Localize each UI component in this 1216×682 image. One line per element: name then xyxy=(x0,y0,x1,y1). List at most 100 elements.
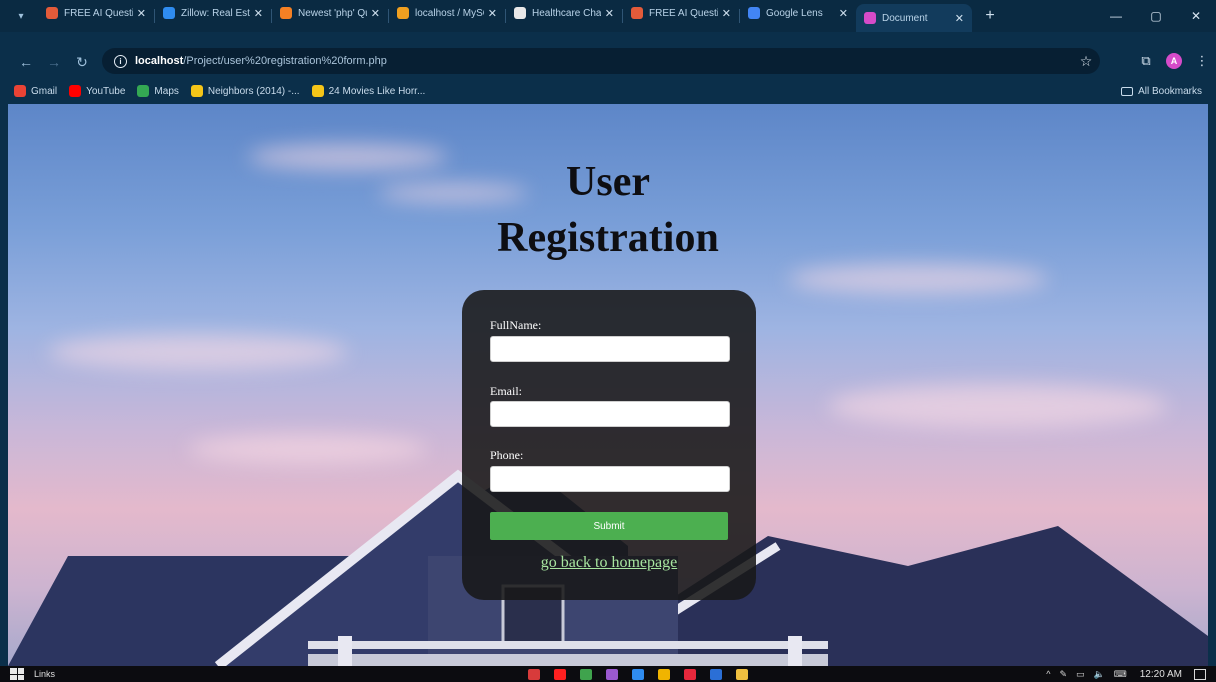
bookmark-item[interactable]: Maps xyxy=(137,85,179,97)
maps-icon xyxy=(137,85,150,97)
feather-icon xyxy=(46,7,58,19)
tab-3[interactable]: Newest 'php' Qu ✕ xyxy=(272,0,388,26)
back-to-homepage-link[interactable]: go back to homepage xyxy=(462,554,756,572)
bookmark-label: Maps xyxy=(154,85,179,97)
url-host: localhost xyxy=(135,55,184,67)
bookmark-item[interactable]: Gmail xyxy=(14,85,57,97)
taskbar-links-label[interactable]: Links xyxy=(34,669,55,679)
taskbar-clock[interactable]: 12:20 AM xyxy=(1140,669,1182,680)
tab-title: Healthcare Chatb xyxy=(532,7,601,19)
menu-kebab-icon[interactable]: ⋮ xyxy=(1188,48,1216,74)
tab-title: Newest 'php' Qu xyxy=(298,7,367,19)
bookmark-label: 24 Movies Like Horr... xyxy=(328,85,426,97)
bookmark-label: YouTube xyxy=(86,85,126,97)
email-input[interactable] xyxy=(490,401,730,427)
app-word-icon[interactable] xyxy=(710,668,722,680)
tab-title: FREE AI Question xyxy=(649,7,718,19)
toolbar-right: ⧉ A ⋮ xyxy=(1132,48,1216,74)
cloud xyxy=(788,264,1048,294)
keyboard-icon[interactable]: ⌨ xyxy=(1114,669,1127,680)
tab-title: FREE AI Question xyxy=(64,7,133,19)
page-viewport: User Registration FullName: Email: Phone… xyxy=(8,104,1208,666)
tray-chevron-icon[interactable]: ^ xyxy=(1046,669,1050,679)
app-chrome-icon[interactable] xyxy=(658,668,670,680)
app-xbox-icon[interactable] xyxy=(580,668,592,680)
stackoverflow-icon xyxy=(280,7,292,19)
restore-icon[interactable]: ▢ xyxy=(1136,0,1176,32)
windows-start-icon[interactable] xyxy=(10,668,24,680)
app-files-icon[interactable] xyxy=(736,668,748,680)
tab-4[interactable]: localhost / MySQL ✕ xyxy=(389,0,505,26)
tab-close-icon[interactable]: ✕ xyxy=(605,7,614,20)
tab-title: Document xyxy=(882,12,928,24)
tab-title: localhost / MySQL xyxy=(415,7,484,19)
tab-title: Google Lens xyxy=(766,7,823,19)
registration-form: FullName: Email: Phone: Submit go back t… xyxy=(462,290,756,600)
openai-icon xyxy=(514,7,526,19)
tab-close-icon[interactable]: ✕ xyxy=(137,7,146,20)
back-icon[interactable]: ← xyxy=(14,50,38,74)
bookmark-icon xyxy=(190,85,203,97)
tab-1[interactable]: FREE AI Question ✕ xyxy=(38,0,154,26)
tab-7[interactable]: Google Lens ✕ xyxy=(740,0,856,26)
tab-close-icon[interactable]: ✕ xyxy=(955,12,964,25)
pen-icon[interactable]: ✎ xyxy=(1059,669,1067,680)
avatar: A xyxy=(1166,53,1182,69)
system-tray: ^ ✎ ▭ 🔈 ⌨ 12:20 AM xyxy=(1046,666,1206,682)
page-title: User Registration xyxy=(8,154,1208,266)
tab-search-chevron-icon[interactable]: ▾ xyxy=(10,5,32,27)
site-info-icon[interactable]: i xyxy=(114,54,127,68)
bookmark-item[interactable]: YouTube xyxy=(69,85,125,97)
tab-2[interactable]: Zillow: Real Estat ✕ xyxy=(155,0,271,26)
app-opera-icon[interactable] xyxy=(684,668,696,680)
phone-input[interactable] xyxy=(490,466,730,492)
tab-close-icon[interactable]: ✕ xyxy=(371,7,380,20)
minimize-icon[interactable]: — xyxy=(1096,0,1136,32)
app-youtube-icon[interactable] xyxy=(554,668,566,680)
zillow-icon xyxy=(163,7,175,19)
close-window-icon[interactable]: ✕ xyxy=(1176,0,1216,32)
tab-close-icon[interactable]: ✕ xyxy=(839,7,848,20)
network-icon[interactable]: ▭ xyxy=(1076,669,1085,680)
new-tab-icon[interactable]: + xyxy=(980,7,1000,25)
fullname-input[interactable] xyxy=(490,336,730,362)
app-purple-icon[interactable] xyxy=(606,668,618,680)
taskbar: Links ^ ✎ ▭ 🔈 ⌨ 12:20 AM xyxy=(0,666,1216,682)
reload-icon[interactable]: ↻ xyxy=(70,50,94,74)
folder-icon xyxy=(1121,86,1134,96)
phpmyadmin-icon xyxy=(397,7,409,19)
tab-close-icon[interactable]: ✕ xyxy=(254,7,263,20)
cloud xyxy=(48,334,348,370)
taskbar-apps xyxy=(528,666,762,682)
document-icon xyxy=(864,12,876,24)
bookmark-item[interactable]: 24 Movies Like Horr... xyxy=(311,85,426,97)
url-path: /Project/user%20registration%20form.php xyxy=(183,55,387,67)
tab-close-icon[interactable]: ✕ xyxy=(488,7,497,20)
page-title-line1: User xyxy=(566,159,650,205)
bookmark-item[interactable]: Neighbors (2014) -... xyxy=(190,85,300,97)
extensions-icon[interactable]: ⧉ xyxy=(1132,48,1160,74)
bookmark-star-icon[interactable]: ☆ xyxy=(1076,48,1096,74)
phone-label: Phone: xyxy=(490,448,524,462)
app-vscode-icon[interactable] xyxy=(632,668,644,680)
notification-icon[interactable] xyxy=(1194,668,1206,680)
cloud xyxy=(828,384,1168,428)
tab-close-icon[interactable]: ✕ xyxy=(722,7,731,20)
profile-button[interactable]: A xyxy=(1160,48,1188,74)
address-bar[interactable]: i localhost/Project/user%20registration%… xyxy=(102,48,1100,74)
tab-6[interactable]: FREE AI Question ✕ xyxy=(623,0,739,26)
all-bookmarks-label: All Bookmarks xyxy=(1138,85,1202,97)
tab-5[interactable]: Healthcare Chatb ✕ xyxy=(506,0,622,26)
forward-icon[interactable]: → xyxy=(42,50,66,74)
volume-icon[interactable]: 🔈 xyxy=(1094,669,1105,680)
fullname-label: FullName: xyxy=(490,318,542,332)
submit-button[interactable]: Submit xyxy=(490,512,728,540)
all-bookmarks-button[interactable]: All Bookmarks xyxy=(1121,80,1202,102)
bookmark-label: Neighbors (2014) -... xyxy=(207,85,300,97)
tab-list: FREE AI Question✕Zillow: Real Estat✕Newe… xyxy=(38,0,972,32)
tab-8[interactable]: Document ✕ xyxy=(856,4,972,32)
gmail-icon xyxy=(14,85,26,97)
tab-title: Zillow: Real Estat xyxy=(181,7,250,19)
app-red-icon[interactable] xyxy=(528,668,540,680)
bookmark-icon xyxy=(311,85,324,97)
